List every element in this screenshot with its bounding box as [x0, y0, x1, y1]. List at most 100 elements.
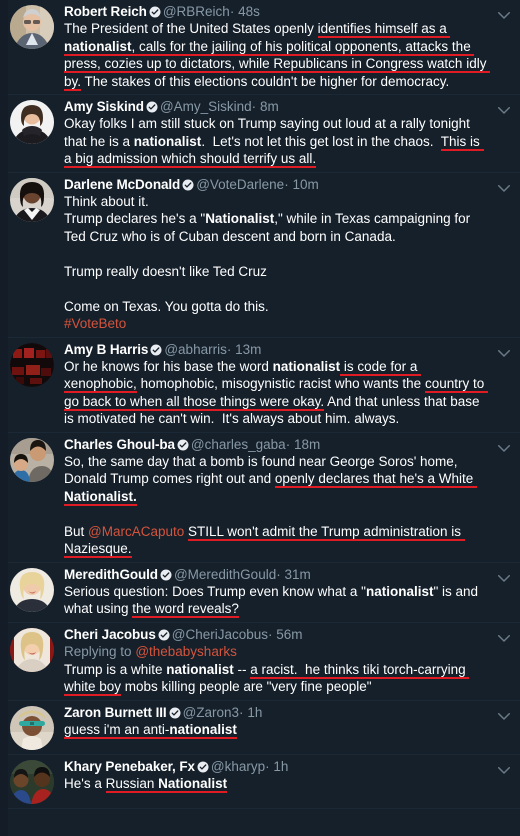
tweet-text-run: Trump is a white — [64, 661, 167, 677]
avatar[interactable] — [10, 627, 54, 672]
chevron-down-icon[interactable] — [495, 101, 513, 119]
display-name[interactable]: Amy B Harris — [64, 342, 148, 357]
display-name[interactable]: Zaron Burnett III — [64, 705, 167, 720]
timestamp[interactable]: 56m — [276, 627, 302, 642]
tweet-text: He's a Russian Nationalist — [64, 775, 488, 793]
tweet-text-run: Trump declares he's a " — [64, 211, 206, 226]
avatar[interactable] — [10, 177, 54, 222]
tweet-8[interactable]: Zaron Burnett III @Zaron3· 1h guess i'm an… — [0, 700, 520, 755]
user-handle[interactable]: @MeredithGould — [174, 567, 276, 582]
user-handle[interactable]: @CheriJacobus — [172, 627, 268, 642]
user-handle[interactable]: @RBReich — [163, 4, 230, 19]
avatar-column — [10, 566, 54, 618]
tweet-text: The President of the United States openl… — [64, 20, 491, 91]
avatar[interactable] — [10, 100, 54, 144]
display-name[interactable]: Khary Penebaker, Fx — [64, 759, 195, 774]
annotated-text: the word reveals? — [132, 601, 239, 618]
verified-badge-icon — [158, 629, 170, 641]
tweet-text-run: mobs killing people are "very fine peopl… — [121, 679, 372, 694]
display-name[interactable]: MeredithGould — [64, 567, 158, 582]
display-name[interactable]: Charles Ghoul-ba — [64, 437, 175, 452]
user-handle[interactable]: @abharris — [164, 342, 226, 357]
avatar[interactable] — [10, 437, 54, 482]
time-separator: · — [251, 99, 257, 114]
time-separator: · — [229, 4, 235, 19]
tweet-text-run: The stakes of this elections couldn't be… — [81, 73, 450, 89]
avatar[interactable] — [10, 759, 54, 804]
chevron-down-icon[interactable] — [495, 761, 513, 779]
timestamp[interactable]: 18m — [294, 437, 320, 452]
annotated-text: nationalist — [64, 38, 132, 56]
chevron-down-icon[interactable] — [495, 439, 513, 457]
chevron-down-icon[interactable] — [495, 707, 513, 725]
avatar[interactable] — [10, 342, 54, 387]
verified-badge-icon — [182, 179, 194, 191]
timestamp[interactable]: 13m — [235, 342, 261, 357]
timestamp[interactable]: 1h — [273, 759, 288, 774]
verified-badge-icon — [169, 707, 181, 719]
tweet-text: Think about it. Trump declares he's a "N… — [64, 193, 488, 333]
user-handle[interactable]: @Zaron3 — [183, 705, 239, 720]
avatar[interactable] — [10, 567, 54, 612]
tweet-6[interactable]: MeredithGould @MeredithGould· 31m Serious … — [0, 562, 520, 623]
user-handle[interactable]: @Amy_Siskind — [160, 99, 252, 114]
tweet-body: Zaron Burnett III @Zaron3· 1h guess i'm an… — [54, 704, 510, 750]
timestamp[interactable]: 10m — [292, 177, 318, 192]
time-separator: · — [276, 566, 281, 582]
user-handle[interactable]: @VoteDarlene — [196, 177, 284, 192]
tweet-3[interactable]: Darlene McDonald @VoteDarlene· 10m Think a… — [0, 172, 520, 338]
avatar[interactable] — [10, 705, 54, 750]
tweet-header: Cheri Jacobus @CheriJacobus· 56m — [64, 626, 488, 643]
annotated-text: nationalist — [169, 721, 237, 739]
annotated-text: identifies himself as a — [317, 21, 451, 38]
tweet-header: Amy Siskind @Amy_Siskind· 8m — [64, 98, 488, 115]
display-name[interactable]: Darlene McDonald — [64, 177, 180, 192]
tweet-text-run: . Let's not let this get lost in the cha… — [201, 133, 441, 149]
avatar-column — [10, 704, 54, 750]
tweet-body: Cheri Jacobus @CheriJacobus· 56m Replying … — [54, 626, 510, 696]
annotated-text: Russian — [105, 775, 159, 793]
tweet-4[interactable]: Amy B Harris @abharris· 13m Or he knows fo… — [0, 337, 520, 433]
tweet-text: So, the same day that a bomb is found ne… — [64, 453, 488, 558]
chevron-down-icon[interactable] — [495, 344, 513, 362]
user-handle[interactable]: @charles_gaba — [191, 437, 286, 452]
timestamp[interactable]: 48s — [238, 4, 260, 19]
avatar[interactable] — [10, 5, 54, 49]
chevron-down-icon[interactable] — [495, 629, 513, 647]
annotated-text: openly declares that he's a White — [274, 471, 478, 488]
tweet-text: Or he knows for his base the word nation… — [64, 358, 488, 428]
twitter-timeline[interactable]: Robert Reich @RBReich· 48s The President o… — [0, 0, 520, 836]
tweet-7[interactable]: Cheri Jacobus @CheriJacobus· 56m Replying … — [0, 622, 520, 701]
annotated-text: guess i'm an anti- — [64, 721, 170, 739]
tweet-header: Khary Penebaker, Fx @kharyp· 1h — [64, 758, 488, 775]
display-name[interactable]: Robert Reich — [64, 4, 147, 19]
verified-badge-icon — [149, 6, 161, 18]
tweet-text-run: nationalist — [133, 133, 202, 149]
display-name[interactable]: Cheri Jacobus — [64, 627, 156, 642]
timestamp[interactable]: 31m — [284, 567, 310, 582]
timestamp[interactable]: 1h — [247, 705, 262, 720]
chevron-down-icon[interactable] — [495, 179, 513, 197]
replying-to-handle[interactable]: @thebabysharks — [135, 644, 237, 659]
mention-link[interactable]: @MarcACaputo — [88, 524, 184, 539]
tweet-2[interactable]: Amy Siskind @Amy_Siskind· 8m Okay folks I … — [0, 95, 520, 173]
time-separator: · — [226, 341, 232, 357]
tweet-body: Amy Siskind @Amy_Siskind· 8m Okay folks I … — [54, 98, 510, 168]
tweet-1[interactable]: Robert Reich @RBReich· 48s The President o… — [0, 0, 520, 95]
display-name[interactable]: Amy Siskind — [64, 99, 144, 114]
time-separator: · — [285, 436, 291, 452]
tweet-text-run: He's a — [64, 775, 106, 791]
annotated-text: Nationalist. — [64, 488, 137, 506]
verified-badge-icon — [150, 344, 162, 356]
chevron-down-icon[interactable] — [495, 569, 513, 587]
tweet-text-run: ," while in Texas campaigning for Ted Cr… — [64, 211, 471, 314]
hashtag-link[interactable]: #VoteBeto — [64, 316, 126, 331]
avatar-column — [10, 758, 54, 804]
user-handle[interactable]: @kharyp — [211, 759, 265, 774]
tweet-5[interactable]: Charles Ghoul-ba @charles_gaba· 18m So, th… — [0, 432, 520, 563]
tweet-9[interactable]: Khary Penebaker, Fx @kharyp· 1h He's a Rus… — [0, 754, 520, 809]
chevron-down-icon[interactable] — [495, 6, 513, 24]
verified-badge-icon — [146, 101, 158, 113]
timestamp[interactable]: 8m — [260, 99, 279, 114]
tweet-text-run: Think about it. — [64, 193, 149, 209]
